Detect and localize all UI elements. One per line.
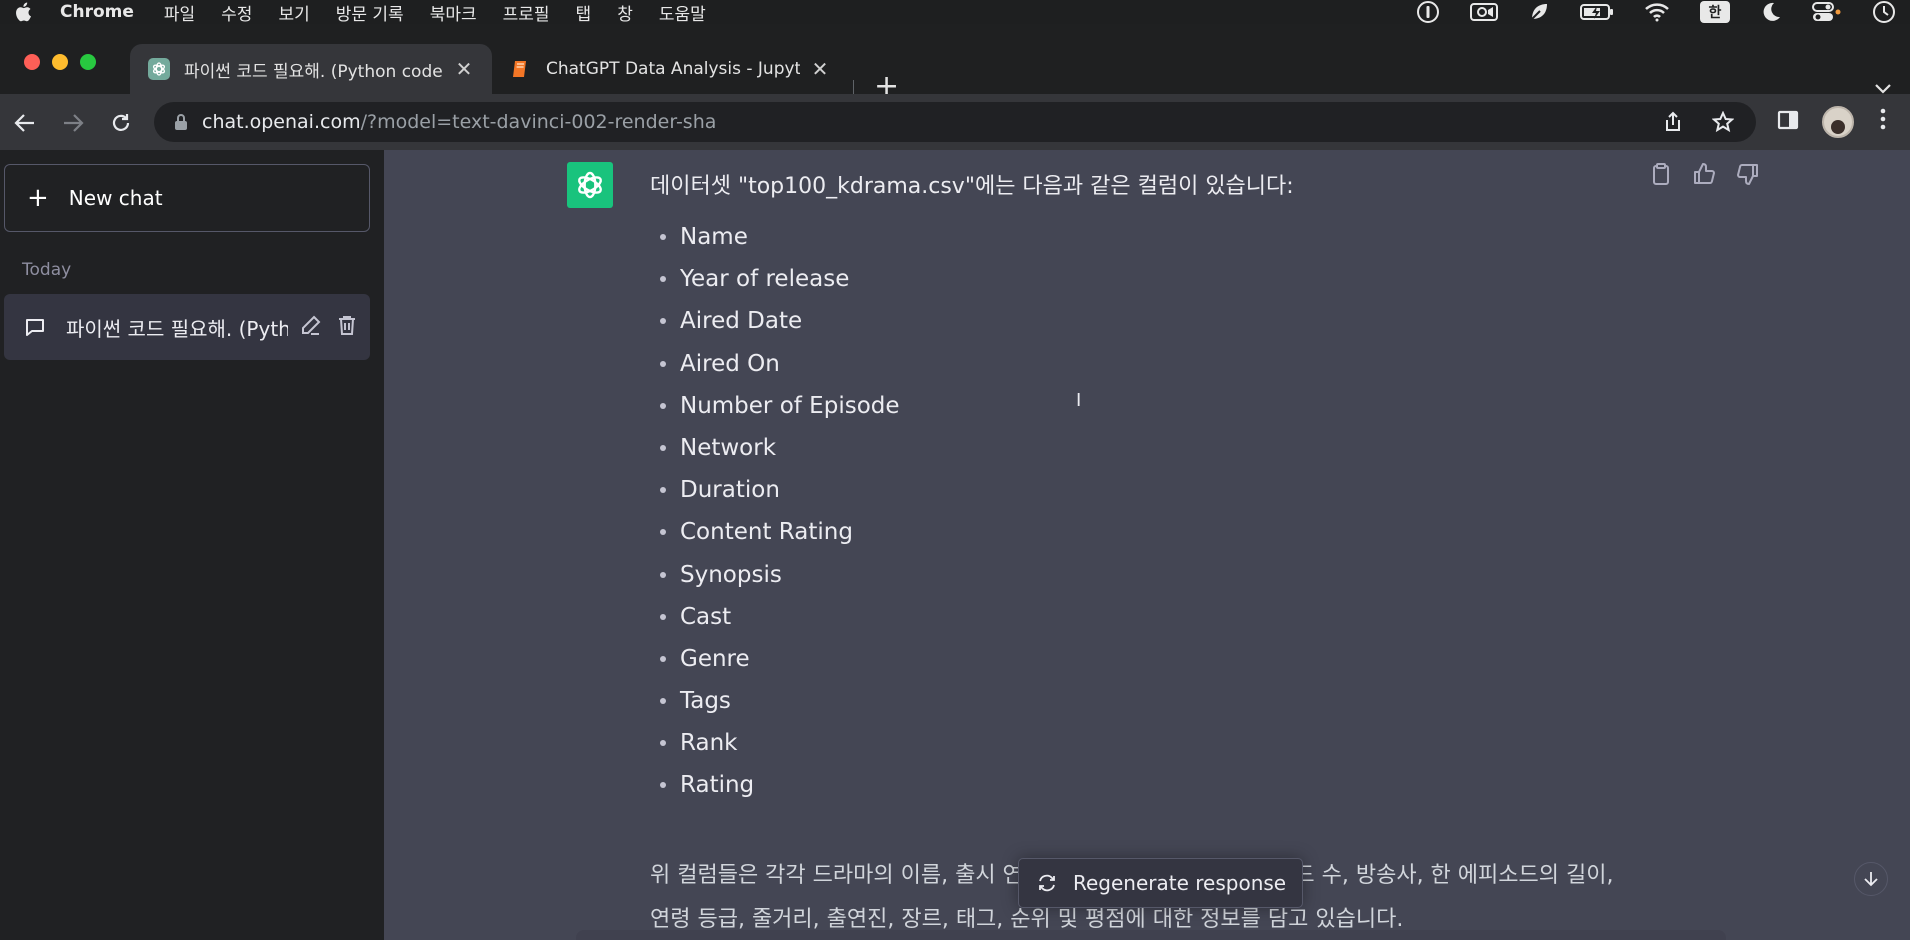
menu-tab[interactable]: 탭	[576, 0, 592, 25]
menu-help[interactable]: 도움말	[659, 0, 706, 25]
chat-main: 데이터셋 "top100_kdrama.csv"에는 다음과 같은 컬럼이 있습…	[384, 150, 1910, 940]
browser-tab-strip: 파이썬 코드 필요해. (Python code ✕ ChatGPT Data …	[0, 24, 1910, 106]
chatgpt-logo-icon	[567, 162, 613, 208]
thumbs-up-icon[interactable]	[1692, 162, 1716, 190]
list-item: Year of release	[650, 258, 900, 300]
jupyter-book-icon	[510, 58, 532, 80]
avatar[interactable]	[1822, 106, 1854, 138]
list-item: Duration	[650, 469, 900, 511]
list-item: Tags	[650, 680, 900, 722]
wifi-icon[interactable]	[1644, 2, 1670, 22]
list-item: Content Rating	[650, 511, 900, 553]
menu-window[interactable]: 창	[617, 0, 633, 25]
column-list: Name Year of release Aired Date Aired On…	[650, 216, 900, 807]
list-item: Cast	[650, 596, 900, 638]
tab-title: 파이썬 코드 필요해. (Python code	[184, 61, 443, 82]
openai-icon	[148, 58, 170, 80]
regenerate-response-button[interactable]: Regenerate response	[1018, 858, 1304, 908]
menu-app-name[interactable]: Chrome	[60, 2, 134, 22]
more-menu-icon[interactable]	[1880, 108, 1886, 130]
url-host: chat.openai.com	[202, 111, 361, 133]
side-panel-icon[interactable]	[1776, 108, 1800, 132]
list-item: Synopsis	[650, 554, 900, 596]
menu-history[interactable]: 방문 기록	[336, 0, 404, 25]
tab-chatgpt-conversation[interactable]: 파이썬 코드 필요해. (Python code ✕	[130, 44, 492, 94]
menu-view[interactable]: 보기	[278, 0, 309, 25]
prompt-input-edge[interactable]	[576, 930, 1726, 940]
copy-clipboard-icon[interactable]	[1650, 162, 1672, 190]
forward-arrow-icon[interactable]	[60, 110, 86, 136]
reload-icon[interactable]	[108, 110, 134, 136]
regenerate-label: Regenerate response	[1073, 871, 1287, 895]
list-item: Number of Episode	[650, 385, 900, 427]
menu-profiles[interactable]: 프로필	[503, 0, 550, 25]
address-bar[interactable]: chat.openai.com/?model=text-davinci-002-…	[154, 102, 1756, 142]
lock-icon[interactable]	[174, 113, 188, 131]
share-icon[interactable]	[1662, 111, 1684, 138]
conversation-actions	[300, 314, 358, 341]
new-chat-button[interactable]: + New chat	[4, 164, 370, 232]
tab-title: ChatGPT Data Analysis - Jupyter	[546, 59, 800, 79]
refresh-icon	[1037, 873, 1057, 893]
section-label-today: Today	[22, 260, 72, 280]
control-center-icon[interactable]	[1812, 1, 1842, 23]
scroll-to-bottom-button[interactable]	[1854, 862, 1888, 896]
apple-icon[interactable]	[14, 2, 34, 22]
menu-status-area: 한	[1416, 0, 1896, 24]
list-item: Network	[650, 427, 900, 469]
back-arrow-icon[interactable]	[12, 110, 38, 136]
minimize-window-button[interactable]	[52, 54, 68, 70]
close-tab-icon[interactable]: ✕	[810, 57, 830, 81]
input-source-indicator[interactable]: 한	[1700, 1, 1730, 23]
list-item: Name	[650, 216, 900, 258]
macos-menu-bar: Chrome 파일 수정 보기 방문 기록 북마크 프로필 탭 창 도움말 한	[0, 0, 1910, 25]
moon-icon[interactable]	[1760, 1, 1782, 23]
plus-icon: +	[27, 183, 49, 213]
list-item: Rank	[650, 722, 900, 764]
list-item: Genre	[650, 638, 900, 680]
close-tab-icon[interactable]: ✕	[454, 57, 474, 81]
menu-edit[interactable]: 수정	[221, 0, 252, 25]
trash-icon[interactable]	[336, 314, 358, 341]
omnibox-actions	[1662, 110, 1735, 138]
chat-bubble-icon	[24, 316, 46, 338]
conversation-item[interactable]: 파이썬 코드 필요해. (Python	[4, 294, 370, 360]
thumbs-down-icon[interactable]	[1736, 162, 1760, 190]
window-controls	[24, 54, 96, 70]
leaf-icon[interactable]	[1528, 1, 1550, 23]
new-chat-label: New chat	[68, 186, 163, 210]
assistant-message-intro: 데이터셋 "top100_kdrama.csv"에는 다음과 같은 컬럼이 있습…	[650, 174, 1294, 199]
list-item: Aired Date	[650, 300, 900, 342]
tab-jupyter-notebook[interactable]: ChatGPT Data Analysis - Jupyter ✕	[492, 44, 848, 94]
battery-charging-icon[interactable]	[1580, 2, 1614, 22]
sidebar: + New chat Today 파이썬 코드 필요해. (Python	[0, 150, 384, 940]
password-manager-icon[interactable]	[1416, 0, 1440, 24]
url-path: /?model=text-davinci-002-render-sha	[360, 111, 717, 133]
conversation-title: 파이썬 코드 필요해. (Python	[66, 316, 288, 341]
edit-pencil-icon[interactable]	[300, 314, 322, 341]
text-cursor-icon: I	[1076, 390, 1082, 411]
bookmark-star-icon[interactable]	[1711, 110, 1735, 138]
video-camera-icon[interactable]	[1470, 1, 1498, 23]
close-window-button[interactable]	[24, 54, 40, 70]
menu-file[interactable]: 파일	[164, 0, 195, 25]
message-actions	[1650, 162, 1760, 190]
list-item: Rating	[650, 764, 900, 806]
zoom-window-button[interactable]	[80, 54, 96, 70]
browser-toolbar: chat.openai.com/?model=text-davinci-002-…	[0, 94, 1910, 150]
menu-bookmarks[interactable]: 북마크	[430, 0, 477, 25]
list-item: Aired On	[650, 343, 900, 385]
clock-icon[interactable]	[1872, 0, 1896, 24]
